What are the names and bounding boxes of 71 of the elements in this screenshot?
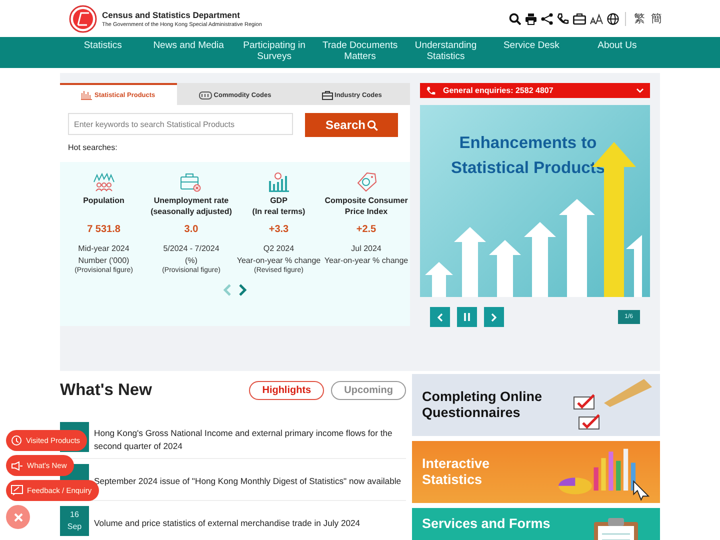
indicator-note: 5/2024 - 7/2024 — [163, 243, 220, 255]
nav-menu-item[interactable]: Understanding Statistics — [402, 37, 489, 68]
indicator-note: Year-on-year % change — [236, 254, 321, 266]
indicator-note: Jul 2024 — [351, 243, 382, 255]
news-link[interactable]: Volume and price statistics of external merchandise trade in July 2024 — [94, 517, 360, 531]
nav-menu-item[interactable]: About Us — [574, 37, 660, 68]
department-name: Census and Statistics Department — [102, 10, 241, 20]
indicator-note: Number ('000) — [78, 254, 130, 266]
chevron-left-icon — [437, 312, 443, 322]
nav-menu-item[interactable]: Participating in Surveys — [231, 37, 318, 68]
filter-pill[interactable]: Highlights — [249, 381, 324, 400]
phone-icon — [426, 86, 436, 96]
indicator-note: Year-on-year % change — [324, 254, 408, 266]
share-icon[interactable] — [541, 12, 553, 24]
pause-icon — [464, 313, 470, 321]
nav-menu-item[interactable]: Trade Documents Matters — [317, 37, 403, 68]
indicator-value: 7 531.8 — [87, 224, 120, 235]
chevron-right-icon — [491, 312, 497, 322]
indicator-note: Mid-year 2024 — [78, 243, 130, 255]
indicator-value: 3.0 — [184, 224, 198, 235]
feature-tile[interactable]: Interactive Statistics — [412, 441, 660, 503]
section-heading: What's New — [60, 381, 152, 400]
briefcase-icon[interactable] — [573, 12, 586, 24]
feature-tile[interactable]: Completing Online Questionnaires — [412, 374, 660, 436]
search-icon — [366, 120, 378, 130]
nav-menu-item[interactable]: Statistics — [60, 37, 146, 68]
tile-title: Completing Online Questionnaires — [422, 389, 543, 421]
hot-searches-label: Hot searches: — [60, 137, 410, 162]
briefcase-icon — [322, 90, 333, 100]
tile-title: Interactive Statistics — [422, 456, 491, 488]
people-icon — [92, 172, 115, 192]
search-field[interactable]: Enter keywords to search Statistical Products — [68, 113, 293, 135]
date-badge: 16 Sep — [60, 506, 89, 536]
enquiry-bar[interactable]: General enquiries: 2582 4807 — [420, 83, 650, 98]
feature-tile[interactable]: Services and Forms — [412, 508, 660, 540]
enquiry-text: General enquiries: 2582 4807 — [443, 86, 554, 95]
phone-icon[interactable] — [557, 12, 569, 24]
history-icon — [11, 435, 22, 446]
font-size-icon[interactable] — [590, 12, 603, 24]
indicator-title: Population — [83, 196, 124, 207]
pause-button[interactable] — [457, 307, 477, 327]
tile-title: Services and Forms — [422, 516, 552, 532]
indicator-note: Q2 2024 — [263, 243, 294, 255]
search-button[interactable]: Search — [305, 113, 398, 137]
nav-menu-item[interactable]: News and Media — [146, 37, 232, 68]
indicator-title: Composite Consumer Price Index — [324, 196, 408, 218]
feedback-icon — [11, 485, 23, 496]
globe-icon[interactable] — [607, 12, 619, 24]
indicator-value: +3.3 — [268, 224, 289, 235]
print-icon[interactable] — [525, 12, 537, 24]
indicator-value: +2.5 — [356, 224, 376, 235]
price-tag-icon — [355, 172, 378, 192]
news-link[interactable]: Hong Kong's Gross National Income and external primary income flows for the second quarter of 2024 — [94, 426, 406, 454]
nav-menu-item[interactable]: Service Desk — [488, 37, 574, 68]
previous-slide-button[interactable] — [430, 307, 450, 327]
language-link[interactable]: 簡 — [651, 11, 662, 26]
indicator-note: (%) — [185, 254, 198, 266]
briefcase-icon — [180, 172, 202, 192]
code-tag-icon — [198, 90, 212, 100]
department-logo-icon — [69, 4, 97, 32]
search-icon[interactable] — [509, 12, 521, 24]
close-icon — [14, 512, 22, 522]
megaphone-icon — [11, 460, 23, 470]
indicator-title: GDP (In real terms) — [252, 196, 306, 218]
next-slide-button[interactable] — [484, 307, 504, 327]
bar-chart-icon — [268, 172, 290, 192]
language-link[interactable]: 繁 — [634, 11, 645, 26]
chevron-down-icon — [636, 88, 644, 93]
filter-pill[interactable]: Upcoming — [331, 381, 406, 400]
indicator-title: Unemployment rate (seasonally adjusted) — [150, 196, 232, 218]
bar-chart-icon — [81, 90, 92, 100]
